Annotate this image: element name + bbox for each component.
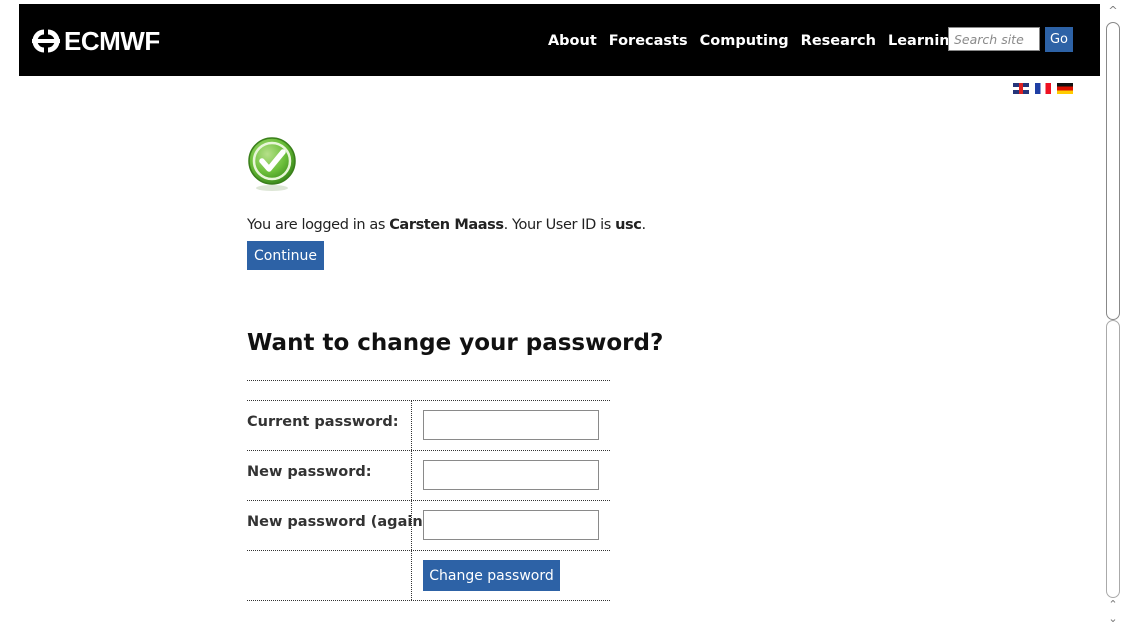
scrollbar-thumb[interactable] <box>1106 22 1120 320</box>
nav-computing[interactable]: Computing <box>700 33 789 49</box>
nav-forecasts[interactable]: Forecasts <box>609 33 688 49</box>
ecmwf-logo[interactable]: ECMWF <box>31 26 160 56</box>
search-go-button[interactable]: Go <box>1045 27 1073 52</box>
current-password-label: Current password: <box>247 414 399 430</box>
nav-research[interactable]: Research <box>801 33 876 49</box>
new-password-again-label: New password (again): <box>247 514 436 530</box>
nav-about[interactable]: About <box>548 33 597 49</box>
continue-button[interactable]: Continue <box>247 241 324 270</box>
vertical-scrollbar[interactable]: ^ ⌃ ⌄ <box>1104 0 1122 629</box>
check-circle-icon <box>248 137 296 191</box>
login-suffix: . <box>641 217 646 233</box>
france-flag-icon[interactable] <box>1035 83 1051 94</box>
change-password-heading: Want to change your password? <box>247 330 664 356</box>
new-password-field[interactable] <box>423 460 599 490</box>
site-header: ECMWF About Forecasts Computing Research… <box>19 4 1100 76</box>
uk-flag-icon[interactable] <box>1013 83 1029 94</box>
scroll-up-arrow-icon[interactable]: ^ <box>1104 4 1122 18</box>
change-password-button[interactable]: Change password <box>423 560 560 591</box>
scroll-down-arrow-icon[interactable]: ⌃ ⌄ <box>1104 598 1122 625</box>
ecmwf-logo-icon <box>32 29 60 53</box>
user-name: Carsten Maass <box>389 217 504 233</box>
search-input[interactable] <box>948 27 1040 51</box>
germany-flag-icon[interactable] <box>1057 83 1073 94</box>
current-password-field[interactable] <box>423 410 599 440</box>
divider <box>247 600 610 601</box>
divider <box>247 400 610 401</box>
divider <box>247 550 610 551</box>
divider <box>247 450 610 451</box>
main-nav: About Forecasts Computing Research Learn… <box>548 33 960 49</box>
divider <box>247 500 610 501</box>
logo-text: ECMWF <box>64 25 160 56</box>
login-prefix: You are logged in as <box>247 217 390 233</box>
language-selector <box>1013 83 1073 94</box>
divider <box>247 380 610 381</box>
scrollbar-track[interactable] <box>1106 320 1120 598</box>
new-password-label: New password: <box>247 464 372 480</box>
login-status: You are logged in as Carsten Maass. Your… <box>247 217 646 233</box>
login-middle: . Your User ID is <box>503 217 616 233</box>
user-id: usc <box>615 217 642 233</box>
new-password-again-field[interactable] <box>423 510 599 540</box>
